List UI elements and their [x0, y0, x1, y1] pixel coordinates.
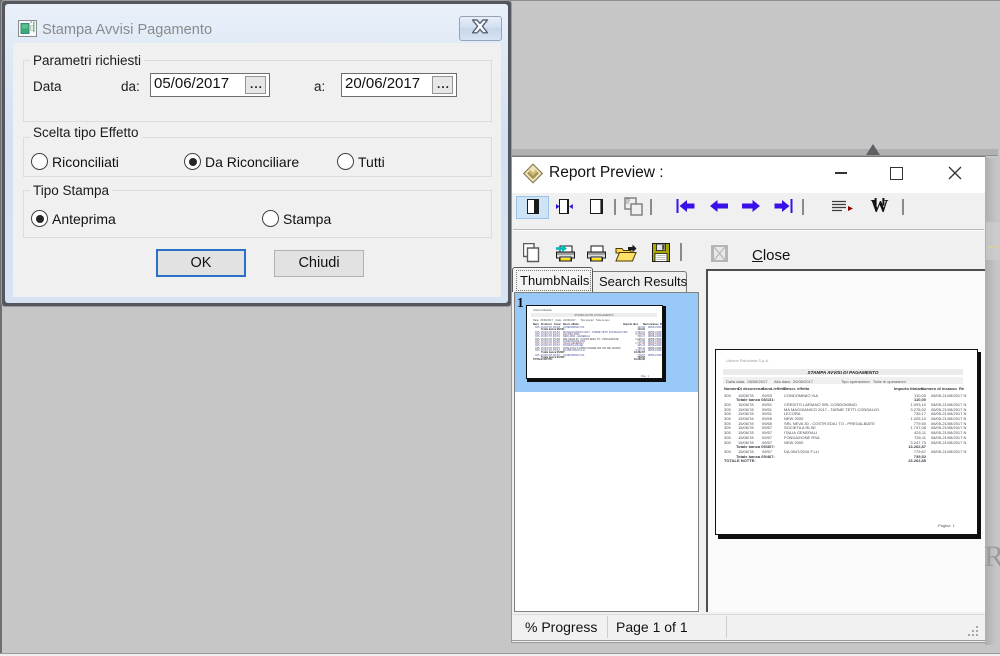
- svg-text:W: W: [871, 198, 889, 214]
